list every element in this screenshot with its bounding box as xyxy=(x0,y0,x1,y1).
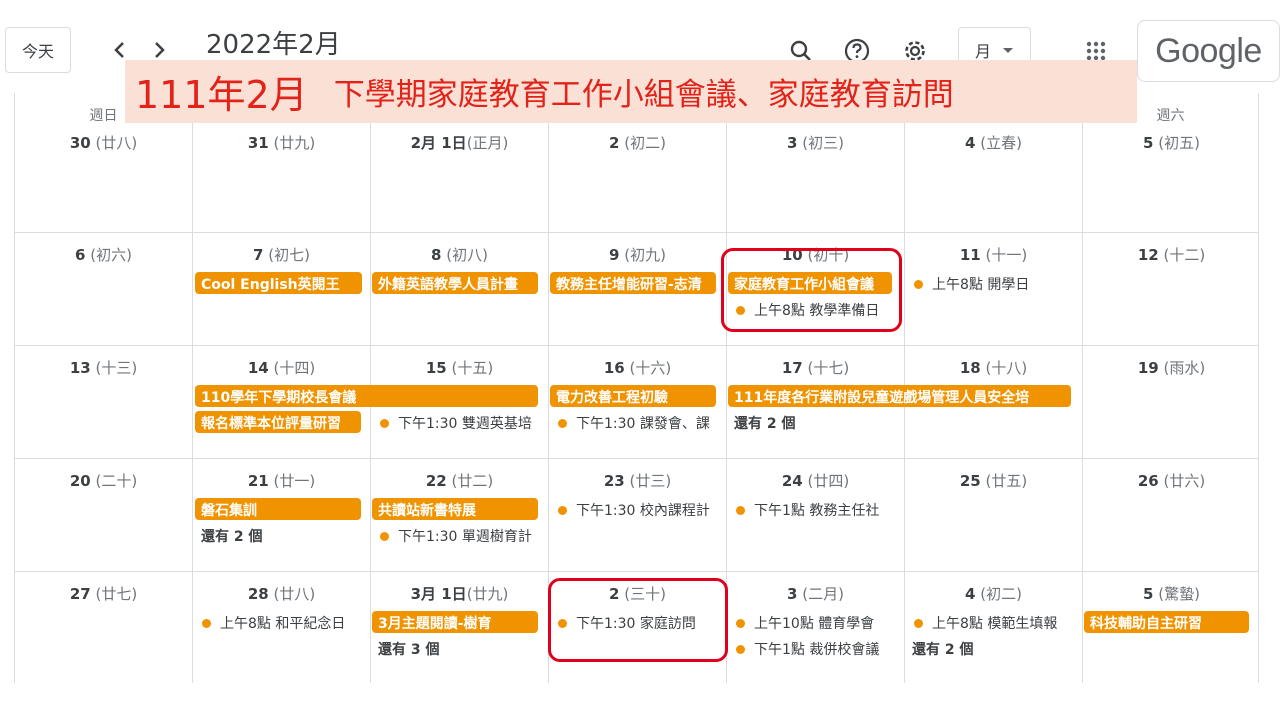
event-chip[interactable]: 科技輔助自主研習 xyxy=(1084,611,1249,633)
banner-title: 111年2月 xyxy=(135,73,308,117)
day-cell[interactable]: 26 (廿六) xyxy=(1083,470,1260,491)
more-events-link[interactable]: 還有 2 個 xyxy=(734,413,796,433)
day-cell[interactable]: 2月 1日(正月) xyxy=(371,132,548,153)
event-chip[interactable]: Cool English英閱王 xyxy=(195,272,362,294)
event-chip[interactable]: 3月主題閱讀-樹育 xyxy=(372,611,538,633)
day-cell[interactable]: 3 (二月) xyxy=(727,583,904,604)
day-cell[interactable]: 19 (雨水) xyxy=(1083,357,1260,378)
more-events-link[interactable]: 還有 3 個 xyxy=(378,639,440,659)
event-item[interactable]: 上午8點 模範生填報 xyxy=(906,611,1072,633)
highlight-box xyxy=(548,578,728,662)
day-cell[interactable]: 27 (廿七) xyxy=(15,583,192,604)
event-chip[interactable]: 外籍英語教學人員計畫 xyxy=(372,272,538,294)
day-cell[interactable]: 9 (初九) xyxy=(549,244,726,265)
day-cell[interactable]: 3 (初三) xyxy=(727,132,904,153)
event-chip[interactable]: 電力改善工程初驗 xyxy=(550,385,716,407)
event-item[interactable]: 下午1點 裁併校會議 xyxy=(728,637,894,659)
day-cell[interactable]: 21 (廿一) xyxy=(193,470,370,491)
day-cell[interactable]: 23 (廿三) xyxy=(549,470,726,491)
day-cell[interactable]: 22 (廿二) xyxy=(371,470,548,491)
event-item[interactable]: 下午1點 教務主任社 xyxy=(728,498,894,520)
day-cell[interactable]: 3月 1日(廿九) xyxy=(371,583,548,604)
event-chip[interactable]: 報名標準本位評量研習 xyxy=(195,411,361,433)
day-cell[interactable]: 12 (十二) xyxy=(1083,244,1260,265)
day-cell[interactable]: 6 (初六) xyxy=(15,244,192,265)
day-cell[interactable]: 7 (初七) xyxy=(193,244,370,265)
event-item[interactable]: 下午1:30 課發會、課 xyxy=(550,411,716,433)
day-cell[interactable]: 30 (廿八) xyxy=(15,132,192,153)
event-chip[interactable]: 110學年下學期校長會議 xyxy=(195,385,538,407)
more-events-link[interactable]: 還有 2 個 xyxy=(912,639,974,659)
day-cell[interactable]: 11 (十一) xyxy=(905,244,1082,265)
event-chip[interactable]: 共讀站新書特展 xyxy=(372,498,538,520)
day-cell[interactable]: 4 (初二) xyxy=(905,583,1082,604)
event-chip[interactable]: 111年度各行業附設兒童遊戲場管理人員安全培 xyxy=(728,385,1071,407)
event-item[interactable]: 上午10點 體育學會 xyxy=(728,611,894,633)
more-events-link[interactable]: 還有 2 個 xyxy=(201,526,263,546)
chevron-down-icon xyxy=(1003,47,1014,53)
day-cell[interactable]: 4 (立春) xyxy=(905,132,1082,153)
day-cell[interactable]: 18 (十八) xyxy=(905,357,1082,378)
banner-subtitle: 下學期家庭教育工作小組會議、家庭教育訪問 xyxy=(333,77,954,113)
month-title: 2022年2月 xyxy=(206,30,341,60)
day-cell[interactable]: 14 (十四) xyxy=(193,357,370,378)
day-cell[interactable]: 31 (廿九) xyxy=(193,132,370,153)
day-cell[interactable]: 28 (廿八) xyxy=(193,583,370,604)
title-banner: 111年2月 下學期家庭教育工作小組會議、家庭教育訪問 xyxy=(125,60,1137,123)
day-cell[interactable]: 8 (初八) xyxy=(371,244,548,265)
google-logo[interactable]: Google xyxy=(1137,20,1280,82)
day-cell[interactable]: 20 (二十) xyxy=(15,470,192,491)
day-cell[interactable]: 25 (廿五) xyxy=(905,470,1082,491)
event-chip[interactable]: 磐石集訓 xyxy=(195,498,361,520)
day-cell[interactable]: 5 (驚蟄) xyxy=(1083,583,1260,604)
view-select-label: 月 xyxy=(975,42,992,61)
event-chip[interactable]: 教務主任增能研習-志清 xyxy=(550,272,716,294)
highlight-box xyxy=(721,248,902,332)
event-item[interactable]: 下午1:30 雙週英基培 xyxy=(372,411,538,433)
event-item[interactable]: 下午1:30 單週樹育計 xyxy=(372,524,538,546)
event-item[interactable]: 上午8點 開學日 xyxy=(906,272,1078,294)
day-cell[interactable]: 15 (十五) xyxy=(371,357,548,378)
event-item[interactable]: 上午8點 和平紀念日 xyxy=(194,611,362,633)
today-button[interactable]: 今天 xyxy=(5,27,71,73)
day-cell[interactable]: 16 (十六) xyxy=(549,357,726,378)
day-cell[interactable]: 5 (初五) xyxy=(1083,132,1260,153)
day-cell[interactable]: 17 (十七) xyxy=(727,357,904,378)
day-cell[interactable]: 24 (廿四) xyxy=(727,470,904,491)
event-item[interactable]: 下午1:30 校內課程計 xyxy=(550,498,716,520)
day-cell[interactable]: 13 (十三) xyxy=(15,357,192,378)
day-cell[interactable]: 2 (初二) xyxy=(549,132,726,153)
